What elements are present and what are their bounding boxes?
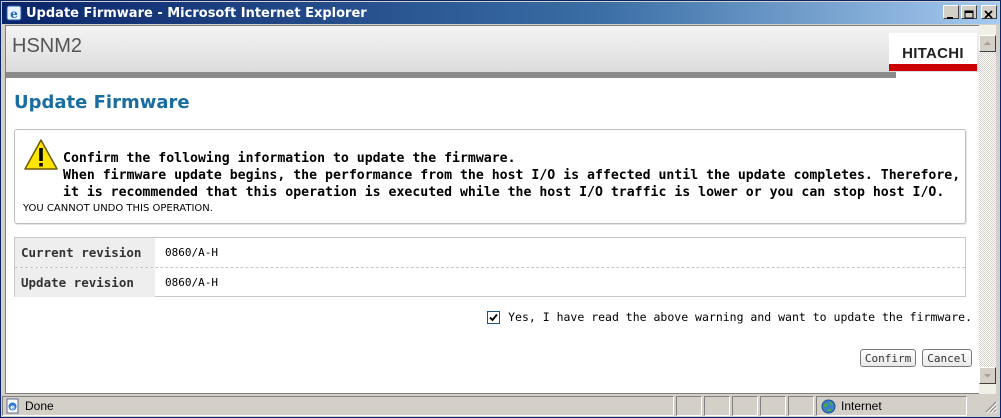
table-row: Current revision 0860/A-H <box>15 238 965 268</box>
brand-bar <box>889 64 977 71</box>
ie-app-icon: e <box>6 5 22 21</box>
security-zone[interactable]: Internet <box>816 396 967 416</box>
current-revision-value: 0860/A-H <box>165 246 218 259</box>
status-pane <box>760 396 786 416</box>
page-viewport: HSNM2 HITACHI Update Firmware Confirm th… <box>5 25 981 394</box>
status-bar: e Done Internet <box>2 396 999 416</box>
action-buttons: Confirm Cancel <box>859 349 972 367</box>
warning-line: it is recommended that this operation is… <box>63 185 945 200</box>
status-pane <box>676 396 702 416</box>
warning-box: Confirm the following information to upd… <box>14 129 966 224</box>
app-header: HSNM2 HITACHI <box>6 26 980 72</box>
scroll-down-icon[interactable] <box>979 367 996 384</box>
browser-window: e Update Firmware - Microsoft Internet E… <box>0 0 1001 418</box>
app-name: HSNM2 <box>12 35 83 57</box>
brand-logo: HITACHI <box>889 33 977 71</box>
scroll-up-icon[interactable] <box>979 35 996 52</box>
title-bar[interactable]: e Update Firmware - Microsoft Internet E… <box>2 2 999 24</box>
undo-notice: YOU CANNOT UNDO THIS OPERATION. <box>23 203 213 214</box>
svg-text:e: e <box>10 403 15 411</box>
close-icon[interactable] <box>981 5 997 19</box>
svg-text:e: e <box>10 7 18 21</box>
status-pane <box>788 396 814 416</box>
maximize-icon[interactable] <box>961 5 977 19</box>
revision-table: Current revision 0860/A-H Update revisio… <box>14 237 966 297</box>
status-panel: e Done <box>2 396 674 416</box>
warning-line: Confirm the following information to upd… <box>63 151 516 166</box>
update-revision-label: Update revision <box>15 268 155 297</box>
page-done-icon: e <box>5 398 21 414</box>
warning-message: Confirm the following information to upd… <box>63 150 961 201</box>
resize-grip-icon[interactable] <box>967 396 999 416</box>
status-text: Done <box>25 399 54 413</box>
confirm-button[interactable]: Confirm <box>859 349 917 367</box>
window-title: Update Firmware - Microsoft Internet Exp… <box>26 5 367 21</box>
status-pane <box>732 396 758 416</box>
update-revision-value: 0860/A-H <box>165 276 218 289</box>
cancel-button[interactable]: Cancel <box>922 349 972 367</box>
scrollbar-track[interactable] <box>979 52 996 367</box>
header-divider <box>6 72 896 78</box>
window-controls <box>943 5 997 19</box>
brand-name: HITACHI <box>902 45 964 62</box>
zone-label: Internet <box>841 399 882 413</box>
minimize-icon[interactable] <box>943 5 959 19</box>
vertical-scrollbar[interactable] <box>979 25 996 394</box>
current-revision-label: Current revision <box>15 238 155 267</box>
warning-icon <box>23 138 59 172</box>
confirm-warning-row: Yes, I have read the above warning and w… <box>487 310 972 324</box>
table-row: Update revision 0860/A-H <box>15 268 965 297</box>
checkmark-icon <box>489 313 498 321</box>
confirm-warning-checkbox[interactable] <box>487 310 501 324</box>
page-title: Update Firmware <box>14 92 190 113</box>
warning-line: When firmware update begins, the perform… <box>63 168 961 183</box>
internet-globe-icon <box>821 399 836 414</box>
confirm-warning-label[interactable]: Yes, I have read the above warning and w… <box>508 310 972 324</box>
status-pane <box>704 396 730 416</box>
